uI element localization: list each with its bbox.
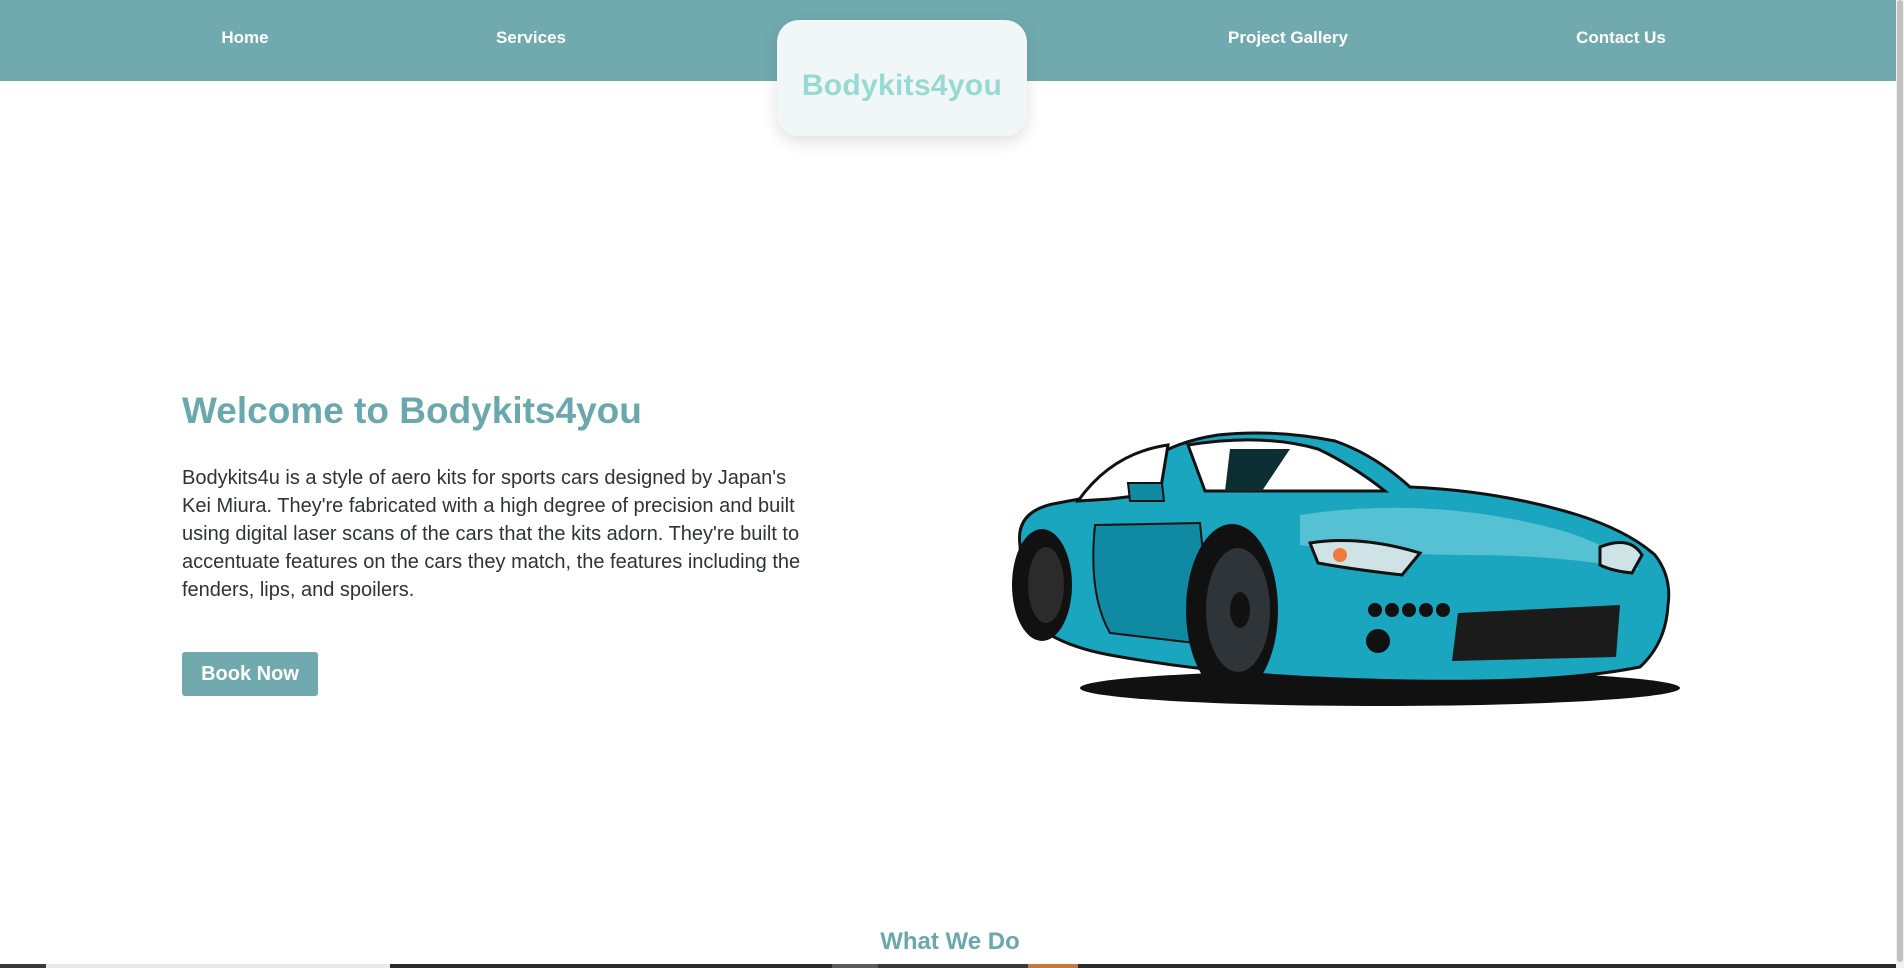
car-side-mirror (1126, 482, 1166, 502)
hero-description: Bodykits4u is a style of aero kits for s… (182, 467, 801, 601)
scrollbar-thumb[interactable] (1897, 0, 1903, 962)
nav-home-link[interactable]: Home (221, 28, 268, 48)
hero-title: Welcome to Bodykits4you (182, 390, 642, 431)
sports-car-illustration (1012, 431, 1680, 706)
car-front-intake (1366, 629, 1390, 653)
nav-contact-us-link[interactable]: Contact Us (1576, 28, 1666, 48)
bottom-image-strip (0, 964, 1896, 968)
car-rear-wheel (1012, 529, 1072, 641)
nav-project-gallery-link[interactable]: Project Gallery (1228, 28, 1348, 48)
car-grille (1452, 605, 1620, 661)
logo-card[interactable]: Bodykits4you (777, 20, 1027, 136)
what-we-do-title: What We Do (880, 928, 1020, 955)
car-headlight-right (1598, 541, 1644, 575)
page-scrollbar[interactable] (1896, 0, 1904, 968)
car-front-wheel (1186, 524, 1278, 696)
car-turn-signal (1333, 548, 1347, 562)
nav-services-link[interactable]: Services (496, 28, 566, 48)
book-now-button[interactable]: Book Now (182, 652, 318, 696)
logo-text: Bodykits4you (801, 69, 1003, 102)
